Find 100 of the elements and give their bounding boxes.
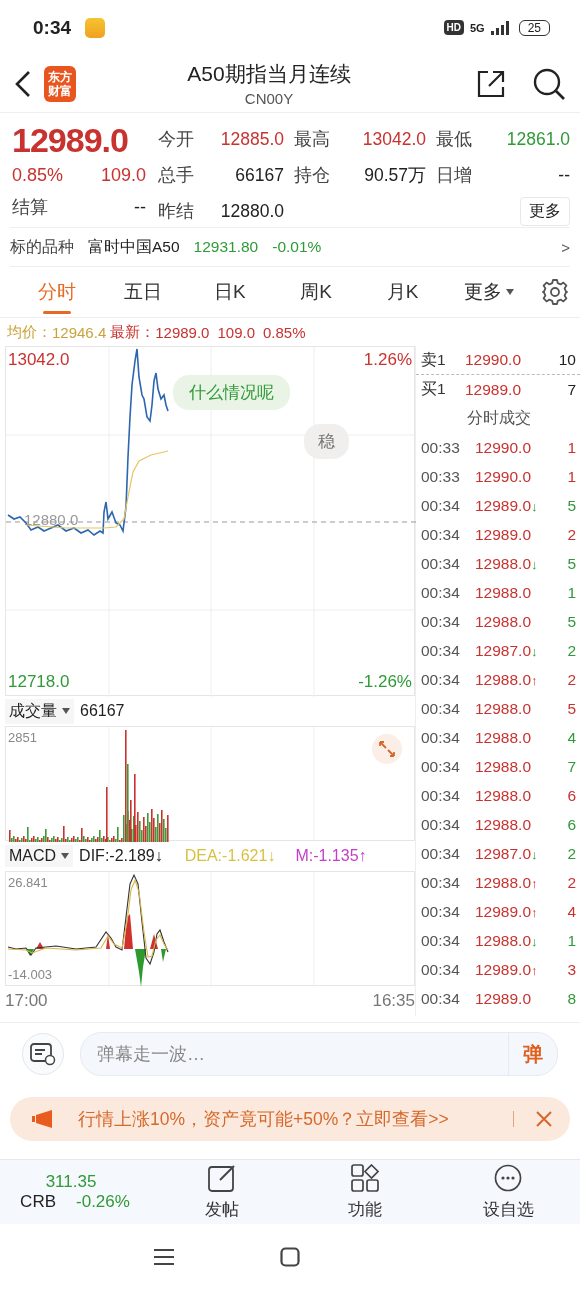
toolbar-button[interactable]: 功能 <box>293 1162 437 1222</box>
trade-time: 00:34 <box>421 931 461 950</box>
toolbar-button[interactable]: 设自选 <box>436 1162 580 1222</box>
indicator-selector[interactable]: 成交量 <box>5 698 74 724</box>
trade-volume: 2 <box>567 641 576 660</box>
trade-time: 00:34 <box>421 670 461 689</box>
field-value: 66167 <box>234 164 285 186</box>
trade-price: 12990.0 <box>475 467 533 486</box>
latest-change-percent: 0.85% <box>263 323 306 341</box>
trade-time: 00:34 <box>421 554 461 573</box>
field-label: 最低 <box>436 128 473 151</box>
latest-change: 109.0 <box>217 323 255 341</box>
macd-value: M:-1.135↑ <box>295 847 367 865</box>
menu-icon[interactable] <box>153 1247 175 1266</box>
underlying-name: 富时中国A50 <box>88 236 180 257</box>
index-name[interactable]: CRB <box>20 1192 56 1212</box>
instrument-code: CN00Y <box>244 90 294 107</box>
field-value: 12880.0 <box>219 200 285 222</box>
chevron-icon[interactable]: > <box>561 238 570 256</box>
axis-label: 12718.0 <box>8 672 70 692</box>
page-title: A50期指当月连续 <box>187 61 351 87</box>
trade-volume: 3 <box>567 960 576 979</box>
trade-time: 00:34 <box>421 525 461 544</box>
field-value: -- <box>134 196 146 218</box>
back-icon[interactable] <box>14 69 32 98</box>
trades-title: 分时成交 <box>466 408 531 428</box>
latest-label: 最新： <box>110 322 156 342</box>
expand-button[interactable] <box>372 734 402 764</box>
home-icon[interactable] <box>280 1246 300 1267</box>
trade-time: 00:33 <box>421 467 461 486</box>
app-icon <box>85 17 106 38</box>
trade-time: 00:34 <box>421 844 461 863</box>
trade-volume: 1 <box>567 438 576 457</box>
trade-volume: 6 <box>567 786 576 805</box>
time-label: 16:35 <box>372 991 415 1011</box>
more-button[interactable]: 更多 <box>520 196 570 226</box>
trade-price: 12989.0 <box>475 989 533 1008</box>
time-label: 17:00 <box>5 991 48 1011</box>
field-value: 12885.0 <box>219 128 285 150</box>
chart-tab[interactable]: 日K <box>186 267 273 317</box>
trade-volume: 1 <box>567 931 576 950</box>
trade-price: 12989.0 <box>475 525 533 544</box>
chart-tab[interactable]: 更多 <box>445 267 532 317</box>
trade-time: 00:34 <box>421 757 461 776</box>
comment-bubble: 什么情况呢 <box>173 375 290 410</box>
trade-time: 00:34 <box>421 989 461 1008</box>
toolbar-button[interactable]: 发帖 <box>150 1162 294 1222</box>
trade-time: 00:34 <box>421 612 461 631</box>
trade-price: 12989.0↑ <box>475 960 539 979</box>
field-label: 总手 <box>158 164 195 187</box>
field-label: 结算 <box>12 196 48 220</box>
bid-volume: 7 <box>567 380 576 399</box>
change-percent: 0.85% <box>12 165 64 187</box>
average-price-label: 均价： <box>7 322 52 342</box>
close-icon[interactable] <box>536 1111 552 1127</box>
trade-volume: 2 <box>567 873 576 892</box>
trade-volume: 6 <box>567 815 576 834</box>
trade-price: 12989.0↓ <box>475 496 539 515</box>
field-value: 13042.0 <box>361 128 427 150</box>
underlying-price: 12931.80 <box>193 238 259 256</box>
search-icon[interactable] <box>532 66 566 101</box>
chart-tab[interactable]: 五日 <box>100 267 187 317</box>
trade-price: 12987.0↓ <box>475 844 539 863</box>
index-change[interactable]: -0.26% <box>76 1192 130 1212</box>
trade-time: 00:34 <box>421 902 461 921</box>
indicator-selector[interactable]: MACD <box>5 845 74 867</box>
axis-label: 26.841 <box>8 875 48 890</box>
settings-icon[interactable] <box>541 279 568 305</box>
dea-value: DEA:-1.621↓ <box>184 847 276 865</box>
share-icon[interactable] <box>476 68 506 99</box>
axis-label: 2851 <box>8 730 37 745</box>
trade-time: 00:34 <box>421 728 461 747</box>
latest-price: 12989.0 <box>155 323 210 341</box>
trade-volume: 8 <box>567 989 576 1008</box>
change-value: 109.0 <box>100 165 146 187</box>
ask-volume: 10 <box>558 351 576 369</box>
field-value: 12861.0 <box>505 128 570 150</box>
network-label: 5G <box>469 21 485 34</box>
battery-indicator: 25 <box>518 19 550 36</box>
trade-volume: 5 <box>567 612 576 631</box>
average-price: 12946.4 <box>52 323 107 341</box>
axis-label: -1.26% <box>358 672 412 692</box>
field-label: 最高 <box>294 128 331 151</box>
chart-tab[interactable]: 月K <box>359 267 446 317</box>
trade-volume: 5 <box>567 699 576 718</box>
danmaku-settings-button[interactable] <box>22 1033 64 1075</box>
trade-time: 00:34 <box>421 960 461 979</box>
last-price: 12989.0 <box>12 121 129 160</box>
axis-label: 12880.0 <box>24 511 79 528</box>
chart-tab[interactable]: 周K <box>273 267 360 317</box>
trade-price: 12989.0↑ <box>475 902 539 921</box>
trade-volume: 7 <box>567 757 576 776</box>
trade-time: 00:34 <box>421 786 461 805</box>
trade-volume: 4 <box>567 902 576 921</box>
trade-price: 12987.0↓ <box>475 641 539 660</box>
trade-volume: 2 <box>567 670 576 689</box>
trade-price: 12988.0 <box>475 757 533 776</box>
field-value: 90.57万 <box>363 164 427 187</box>
field-value: -- <box>557 164 570 186</box>
trade-volume: 1 <box>567 467 576 486</box>
